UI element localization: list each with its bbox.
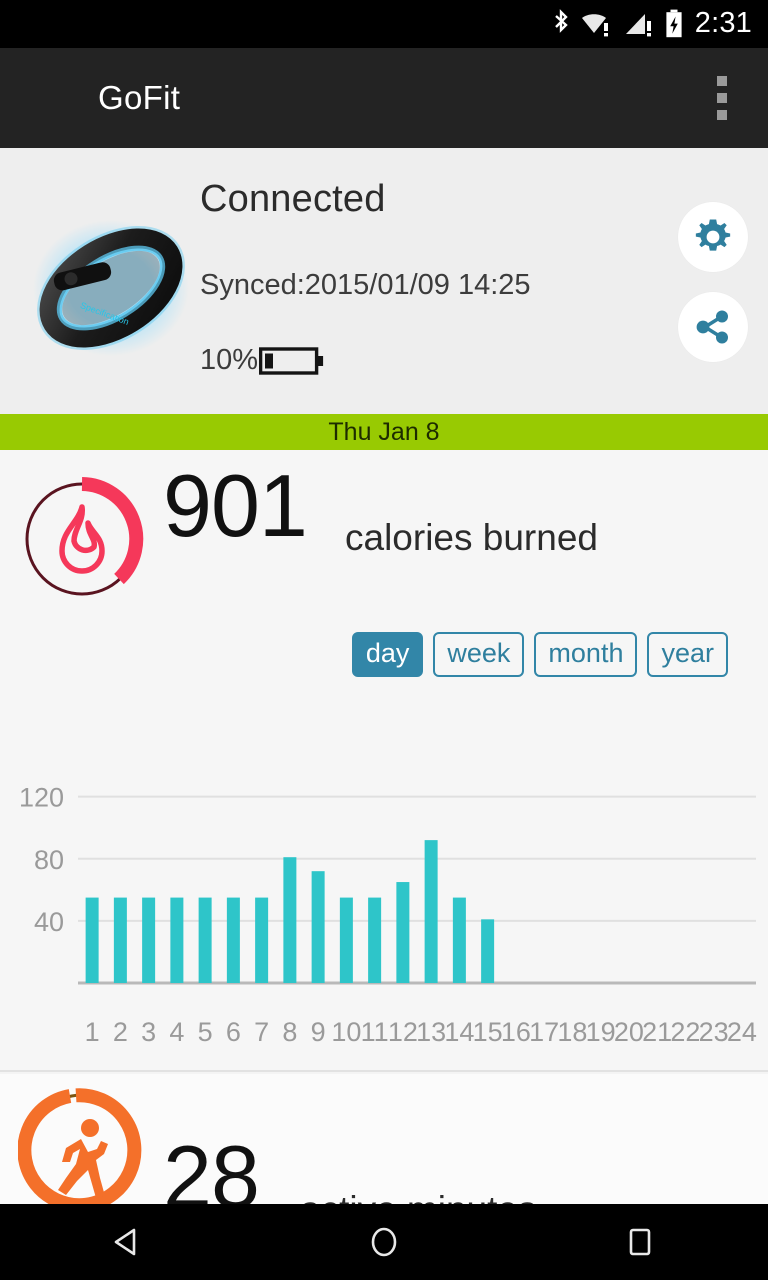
chart-bar xyxy=(198,897,212,983)
period-tab-group: day week month year xyxy=(351,632,728,678)
chart-bar xyxy=(142,897,156,983)
nav-recents-button[interactable] xyxy=(580,1204,700,1280)
chart-x-tick: 10 xyxy=(331,1017,361,1047)
tab-day[interactable]: day xyxy=(351,632,424,678)
share-icon xyxy=(696,310,728,344)
active-minutes-value: 28 xyxy=(163,1127,260,1204)
chart-x-tick: 13 xyxy=(416,1017,446,1047)
chart-x-tick: 4 xyxy=(169,1017,184,1047)
device-battery-icon xyxy=(259,346,324,375)
status-bar: 2:31 xyxy=(0,0,768,48)
calories-bar-chart[interactable]: 40 80 120 1 2 3 4 5 6 7 8 9 10 11 12 13 14 15 16 17 18 19 20 21… xyxy=(0,750,768,1060)
chart-x-tick: 17 xyxy=(529,1017,559,1047)
overflow-menu-button[interactable] xyxy=(704,70,740,126)
app-title: GoFit xyxy=(98,79,181,116)
battery-charging-icon xyxy=(666,9,682,38)
calories-label: calories burned xyxy=(345,517,598,558)
tab-year[interactable]: year xyxy=(647,632,728,678)
chart-x-tick: 12 xyxy=(388,1017,418,1047)
chart-bar xyxy=(170,897,184,983)
chart-x-tick: 24 xyxy=(727,1017,757,1047)
chart-x-tick: 15 xyxy=(473,1017,503,1047)
device-battery-row: 10% xyxy=(200,344,531,377)
chart-bar xyxy=(283,857,297,983)
share-button[interactable] xyxy=(678,292,748,362)
chart-bar xyxy=(481,919,495,983)
chart-x-tick: 6 xyxy=(226,1017,241,1047)
chart-x-tick: 5 xyxy=(198,1017,213,1047)
calories-summary: 901 calories burned xyxy=(0,456,768,596)
chart-y-tick: 120 xyxy=(19,783,64,813)
chart-y-tick: 80 xyxy=(34,845,64,875)
chart-bar xyxy=(226,897,240,983)
chart-bar xyxy=(255,897,269,983)
calories-card: 901 calories burned day week month year … xyxy=(0,450,768,1072)
cellular-warning-icon xyxy=(625,14,651,37)
chart-bar xyxy=(452,897,466,983)
overflow-dot xyxy=(717,110,727,120)
active-minutes-label: active minutes xyxy=(300,1189,537,1204)
device-sync-time: Synced:2015/01/09 14:25 xyxy=(200,269,531,301)
overflow-dot xyxy=(717,76,727,86)
date-bar[interactable]: Thu Jan 8 xyxy=(0,414,768,450)
chart-x-tick: 14 xyxy=(444,1017,474,1047)
chart-bar xyxy=(368,897,382,983)
chart-x-tick: 2 xyxy=(113,1017,128,1047)
chart-bar xyxy=(396,882,410,983)
chart-x-tick: 19 xyxy=(586,1017,616,1047)
device-text-block: Connected Synced:2015/01/09 14:25 10% xyxy=(200,178,531,377)
chart-bar xyxy=(339,897,353,983)
chart-bar xyxy=(113,897,127,983)
recents-square-icon xyxy=(629,1228,651,1256)
fitness-band-image: Specification xyxy=(22,196,200,376)
home-circle-icon xyxy=(371,1227,397,1257)
chart-x-tick: 8 xyxy=(282,1017,297,1047)
chart-y-tick: 40 xyxy=(34,907,64,937)
chart-bar xyxy=(424,840,438,983)
chart-x-tick: 20 xyxy=(614,1017,644,1047)
chart-x-tick: 11 xyxy=(361,1017,389,1047)
chart-x-tick: 7 xyxy=(254,1017,269,1047)
runner-ring-icon xyxy=(18,1088,142,1204)
tab-month[interactable]: month xyxy=(534,632,638,678)
android-nav-bar xyxy=(0,1204,768,1280)
chart-x-tick: 22 xyxy=(670,1017,700,1047)
overflow-dot xyxy=(717,93,727,103)
status-bar-icons xyxy=(551,8,684,40)
chart-x-tick: 16 xyxy=(501,1017,531,1047)
chart-x-tick: 18 xyxy=(557,1017,587,1047)
gear-icon xyxy=(695,219,731,251)
device-battery-percent: 10% xyxy=(200,344,259,376)
date-bar-label: Thu Jan 8 xyxy=(328,417,440,446)
back-triangle-icon xyxy=(114,1228,136,1256)
status-bar-clock: 2:31 xyxy=(694,6,752,39)
chart-x-tick: 21 xyxy=(642,1017,672,1047)
chart-bar xyxy=(311,871,325,983)
device-status: Connected xyxy=(200,178,386,220)
chart-bar xyxy=(85,897,99,983)
app-root: 2:31 GoFit Specification Connected Synce… xyxy=(0,0,768,1280)
tab-week[interactable]: week xyxy=(433,632,525,678)
nav-back-button[interactable] xyxy=(68,1204,188,1280)
active-minutes-card: 28 active minutes xyxy=(0,1074,768,1204)
chart-x-tick: 1 xyxy=(85,1017,100,1047)
chart-x-tick: 9 xyxy=(311,1017,326,1047)
nav-home-button[interactable] xyxy=(324,1204,444,1280)
chart-x-tick: 23 xyxy=(699,1017,729,1047)
flame-ring-icon xyxy=(25,477,144,596)
chart-x-tick: 3 xyxy=(141,1017,156,1047)
action-bar: GoFit xyxy=(0,48,768,148)
wifi-warning-icon xyxy=(581,14,608,37)
device-panel: Specification Connected Synced:2015/01/0… xyxy=(0,148,768,414)
calories-value: 901 xyxy=(163,456,308,555)
settings-button[interactable] xyxy=(678,202,748,272)
bluetooth-icon xyxy=(554,9,568,33)
